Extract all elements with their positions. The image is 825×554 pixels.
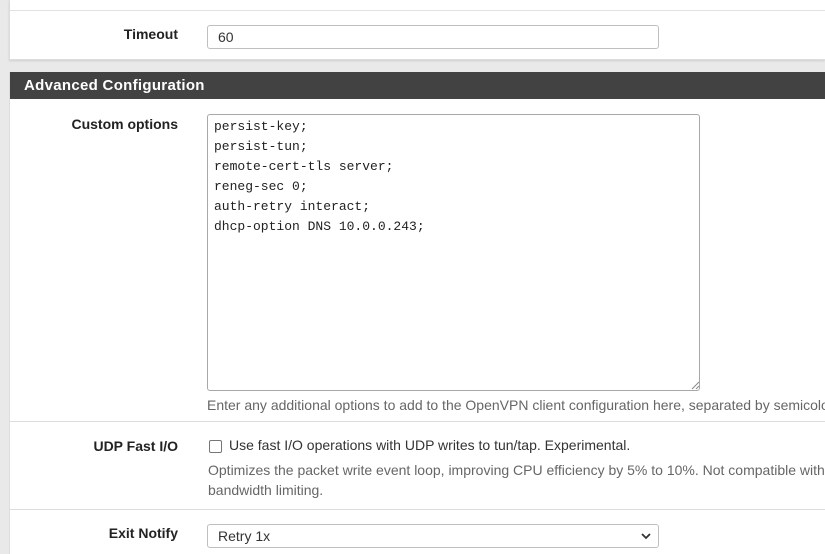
chevron-down-icon <box>641 533 651 540</box>
resize-grip-icon[interactable] <box>691 381 700 390</box>
row-divider <box>10 509 825 510</box>
udp-fast-io-checkbox-label[interactable]: Use fast I/O operations with UDP writes … <box>229 437 630 453</box>
row-divider <box>10 421 825 422</box>
page: Timeout 60 Advanced Configuration Custom… <box>0 0 825 554</box>
udp-fast-io-checkbox[interactable] <box>209 440 222 453</box>
custom-options-label: Custom options <box>71 116 178 132</box>
advanced-configuration-panel: Advanced Configuration Custom options pe… <box>9 72 825 554</box>
row-divider <box>10 10 825 11</box>
panel-heading: Advanced Configuration <box>10 72 825 99</box>
exit-notify-select[interactable]: Retry 1x <box>207 524 659 548</box>
custom-options-help: Enter any additional options to add to t… <box>207 397 825 413</box>
exit-notify-selected-value: Retry 1x <box>218 528 271 544</box>
general-settings-panel: Timeout 60 <box>9 0 825 60</box>
udp-fast-io-help-line1: Optimizes the packet write event loop, i… <box>208 462 825 478</box>
udp-fast-io-label: UDP Fast I/O <box>93 438 178 454</box>
custom-options-textarea[interactable]: persist-key; persist-tun; remote-cert-tl… <box>207 114 700 391</box>
udp-fast-io-help-line2: bandwidth limiting. <box>208 482 324 498</box>
timeout-label: Timeout <box>123 26 178 42</box>
exit-notify-label: Exit Notify <box>108 525 178 541</box>
timeout-input[interactable]: 60 <box>207 25 659 49</box>
